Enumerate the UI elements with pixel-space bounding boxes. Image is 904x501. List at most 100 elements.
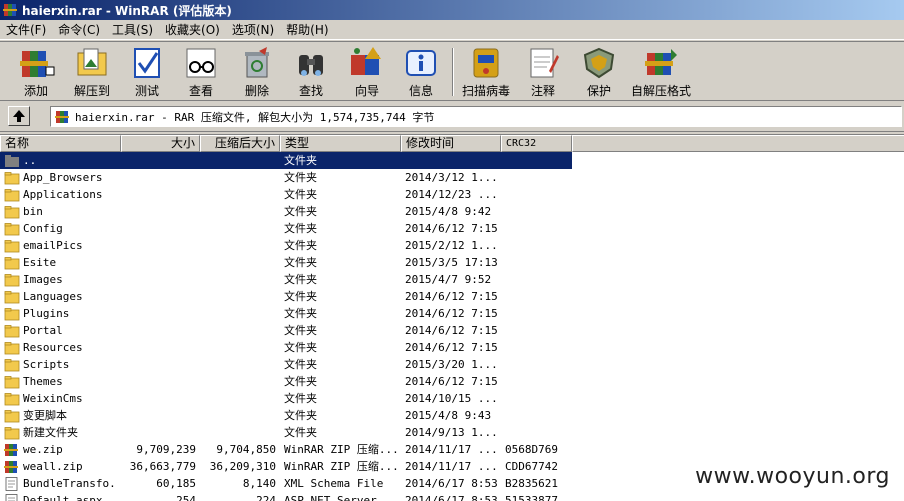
cell-crc32 (501, 237, 572, 254)
cell-type: 文件夹 (284, 375, 317, 388)
toolbar-button-9[interactable]: 注释 (520, 45, 566, 99)
cell-size: 36,663,779 (129, 460, 196, 473)
toolbar-button-10[interactable]: 保护 (574, 45, 624, 99)
menu-item-2[interactable]: 工具(S) (106, 21, 159, 39)
toolbar-button-8[interactable]: 扫描病毒 (460, 45, 512, 99)
menu-item-3[interactable]: 收藏夹(O) (159, 21, 226, 39)
cell-size (121, 407, 200, 424)
cell-size: 60,185 (156, 477, 196, 490)
table-row[interactable]: Languages 文件夹 2014/6/12 7:15 (0, 288, 904, 305)
table-row[interactable]: Scripts 文件夹 2015/3/20 1... (0, 356, 904, 373)
table-row[interactable]: Images 文件夹 2015/4/7 9:52 (0, 271, 904, 288)
cell-name: WeixinCms (0, 390, 121, 407)
winrar-window: haierxin.rar - WinRAR (评估版本) 文件(F) 命令(C) 工… (0, 0, 904, 501)
cell-modified: 2015/2/12 1... (405, 239, 498, 252)
toolbar-button-1[interactable]: 解压到 (68, 45, 116, 99)
toolbar-button-label: 扫描病毒 (461, 84, 510, 98)
column-type[interactable]: 类型 (280, 135, 401, 152)
title-bar[interactable]: haierxin.rar - WinRAR (评估版本) (0, 0, 904, 20)
folder-icon (4, 222, 20, 235)
cell-type: 文件夹 (284, 307, 317, 320)
table-row[interactable]: 新建文件夹 文件夹 2014/9/13 1... (0, 424, 904, 441)
menu-item-4[interactable]: 选项(N) (226, 21, 280, 39)
cell-name: Plugins (0, 305, 121, 322)
table-row[interactable]: 变更脚本 文件夹 2015/4/8 9:43 (0, 407, 904, 424)
menu-item-5[interactable]: 帮助(H) (280, 21, 334, 39)
cell-name: 新建文件夹 (0, 424, 121, 441)
column-size[interactable]: 大小 (121, 135, 200, 152)
cell-type: 文件夹 (284, 426, 317, 439)
cell-name: weall.zip (0, 458, 121, 475)
cell-modified: 2015/4/8 9:42 (405, 205, 492, 218)
file-name: BundleTransfo... (23, 477, 117, 490)
toolbar-button-2[interactable]: 测试 (124, 45, 170, 99)
toolbar-button-6[interactable]: 向导 (342, 45, 392, 99)
table-row[interactable]: bin 文件夹 2015/4/8 9:42 (0, 203, 904, 220)
address-field[interactable]: haierxin.rar - RAR 压缩文件, 解包大小为 1,574,735… (50, 106, 902, 127)
column-crc32[interactable]: CRC32 (501, 135, 572, 152)
table-row[interactable]: Plugins 文件夹 2014/6/12 7:15 (0, 305, 904, 322)
cell-name: Applications (0, 186, 121, 203)
cell-size (121, 390, 200, 407)
toolbar-button-5[interactable]: 查找 (288, 45, 334, 99)
file-name: Languages (23, 290, 83, 303)
cell-size (121, 237, 200, 254)
cell-packed-size (200, 322, 280, 339)
cell-modified: 2015/3/20 1... (405, 358, 498, 371)
cell-type: 文件夹 (284, 392, 317, 405)
menu-item-0[interactable]: 文件(F) (0, 21, 52, 39)
cell-crc32: 0568D769 (505, 443, 558, 456)
up-folder-button[interactable] (8, 106, 30, 126)
table-row[interactable]: WeixinCms 文件夹 2014/10/15 ... (0, 390, 904, 407)
cell-size (121, 271, 200, 288)
file-name: emailPics (23, 239, 83, 252)
cell-packed-size (200, 152, 280, 169)
toolbar-button-4[interactable]: 删除 (234, 45, 280, 99)
column-name[interactable]: 名称 (0, 135, 121, 152)
column-modified[interactable]: 修改时间 (401, 135, 501, 152)
toolbar-button-label: 添加 (23, 84, 48, 98)
column-packed[interactable]: 压缩后大小 (200, 135, 280, 152)
cell-packed-size: 8,140 (242, 477, 276, 490)
rar-archive-icon (55, 110, 69, 123)
cell-modified: 2014/6/12 7:15 (405, 222, 498, 235)
file-name: weall.zip (23, 460, 83, 473)
toolbar-button-7[interactable]: 信息 (398, 45, 444, 99)
file-name: Default.aspx (23, 494, 103, 501)
find-binoculars-icon (299, 55, 323, 76)
toolbar-button-3[interactable]: 查看 (178, 45, 224, 99)
sfx-icon (645, 49, 677, 75)
file-name: Images (23, 273, 63, 286)
cell-type: ASP.NET Server... (284, 494, 397, 501)
cell-type: 文件夹 (284, 188, 317, 201)
cell-size (121, 220, 200, 237)
table-row[interactable]: Esite 文件夹 2015/3/5 17:13 (0, 254, 904, 271)
table-row[interactable]: App_Browsers 文件夹 2014/3/12 1... (0, 169, 904, 186)
cell-packed-size (200, 220, 280, 237)
table-row[interactable]: we.zip 9,709,239 9,704,850 WinRAR ZIP 压缩...… (0, 441, 904, 458)
cell-name: Default.aspx (0, 492, 121, 501)
file-name: Plugins (23, 307, 70, 320)
toolbar-button-label: 删除 (244, 84, 269, 98)
table-row[interactable]: Applications 文件夹 2014/12/23 ... (0, 186, 904, 203)
cell-type: 文件夹 (284, 290, 317, 303)
table-row[interactable]: emailPics 文件夹 2015/2/12 1... (0, 237, 904, 254)
table-row[interactable]: Config 文件夹 2014/6/12 7:15 (0, 220, 904, 237)
folder-icon (4, 426, 20, 439)
menu-item-1[interactable]: 命令(C) (52, 21, 106, 39)
table-row[interactable]: Default.aspx 254 224 ASP.NET Server... 2014/… (0, 492, 904, 501)
file-list[interactable]: 名称 大小 压缩后大小 类型 修改时间 CRC32 .. 文件夹 App_Brows… (0, 134, 904, 501)
cell-crc32 (501, 356, 572, 373)
cell-size: 9,709,239 (136, 443, 196, 456)
toolbar-separator (452, 48, 454, 96)
toolbar-button-0[interactable]: 添加 (13, 45, 59, 99)
toolbar-button-11[interactable]: 自解压格式 (630, 45, 692, 99)
table-row[interactable]: Themes 文件夹 2014/6/12 7:15 (0, 373, 904, 390)
table-row[interactable]: .. 文件夹 (0, 152, 904, 169)
file-name: Portal (23, 324, 63, 337)
table-row[interactable]: Resources 文件夹 2014/6/12 7:15 (0, 339, 904, 356)
table-row[interactable]: Portal 文件夹 2014/6/12 7:15 (0, 322, 904, 339)
file-name: 变更脚本 (23, 409, 67, 422)
cell-crc32 (501, 288, 572, 305)
cell-size (121, 322, 200, 339)
